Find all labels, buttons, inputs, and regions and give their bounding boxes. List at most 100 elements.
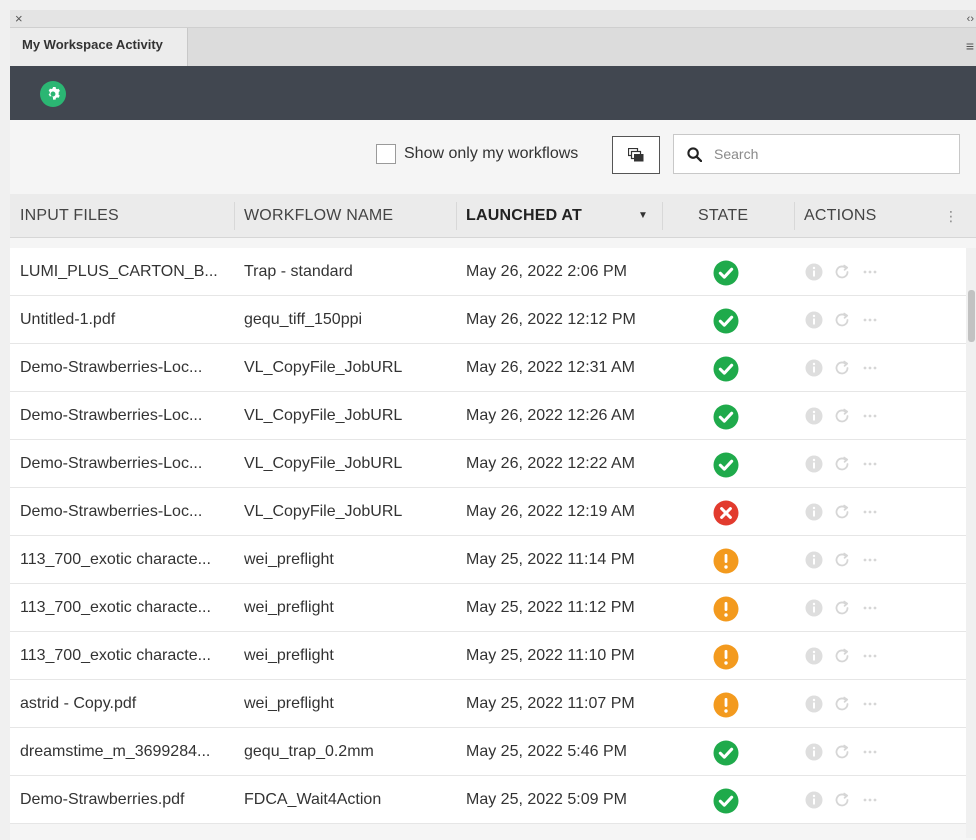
info-icon[interactable]: [804, 646, 824, 666]
launched-at-cell: May 25, 2022 11:14 PM: [466, 551, 635, 568]
sort-descending-icon[interactable]: ▼: [638, 194, 648, 238]
input-file-cell: 113_700_exotic characte...: [20, 647, 211, 664]
state-warning-icon: [713, 548, 739, 574]
state-error-icon: [713, 500, 739, 526]
info-icon[interactable]: [804, 262, 824, 282]
retry-icon[interactable]: [832, 262, 852, 282]
retry-icon[interactable]: [832, 358, 852, 378]
more-icon[interactable]: [860, 454, 880, 474]
retry-icon[interactable]: [832, 550, 852, 570]
scrollbar-thumb[interactable]: [968, 290, 975, 342]
column-menu-icon[interactable]: ⋮: [944, 194, 958, 238]
retry-icon[interactable]: [832, 598, 852, 618]
input-file-cell: Demo-Strawberries.pdf: [20, 791, 185, 808]
settings-button[interactable]: [40, 81, 66, 107]
retry-icon[interactable]: [832, 646, 852, 666]
more-icon[interactable]: [860, 550, 880, 570]
activity-table-body: LUMI_PLUS_CARTON_B... Trap - standard May …: [10, 248, 966, 824]
state-warning-icon: [713, 596, 739, 622]
show-only-my-workflows-checkbox[interactable]: [376, 144, 396, 164]
more-icon[interactable]: [860, 358, 880, 378]
panel-title-strip: × ‹›: [10, 10, 976, 28]
column-divider: [662, 202, 663, 230]
workflow-name-cell: FDCA_Wait4Action: [244, 791, 382, 808]
more-icon[interactable]: [860, 742, 880, 762]
panel-frame: × ‹› My Workspace Activity ≡ Show only m…: [0, 0, 976, 840]
retry-icon[interactable]: [832, 454, 852, 474]
collapse-panel-button[interactable]: ‹›: [967, 11, 974, 27]
row-actions: [804, 344, 914, 392]
tab-strip: My Workspace Activity ≡: [10, 28, 976, 66]
launched-at-cell: May 25, 2022 11:12 PM: [466, 599, 635, 616]
toolbar: [10, 66, 976, 120]
info-icon[interactable]: [804, 406, 824, 426]
panel-menu-icon[interactable]: ≡: [966, 38, 974, 54]
show-only-my-workflows-toggle[interactable]: Show only my workflows: [376, 144, 578, 164]
info-icon[interactable]: [804, 598, 824, 618]
input-file-cell: astrid - Copy.pdf: [20, 695, 137, 712]
launched-at-cell: May 26, 2022 12:22 AM: [466, 455, 635, 472]
search-input[interactable]: [714, 146, 944, 162]
workflow-name-cell: VL_CopyFile_JobURL: [244, 407, 403, 424]
retry-icon[interactable]: [832, 790, 852, 810]
state-success-icon: [713, 308, 739, 334]
table-row[interactable]: LUMI_PLUS_CARTON_B... Trap - standard May …: [10, 248, 966, 296]
close-panel-button[interactable]: ×: [15, 11, 23, 27]
input-file-cell: LUMI_PLUS_CARTON_B...: [20, 263, 218, 280]
input-file-cell: dreamstime_m_3699284...: [20, 743, 211, 760]
table-row[interactable]: 113_700_exotic characte... wei_preflight M…: [10, 632, 966, 680]
table-row[interactable]: Demo-Strawberries-Loc... VL_CopyFile_JobU…: [10, 488, 966, 536]
toggle-view-button[interactable]: [612, 136, 660, 174]
workflow-name-cell: wei_preflight: [244, 551, 334, 568]
table-row[interactable]: Demo-Strawberries-Loc... VL_CopyFile_JobU…: [10, 392, 966, 440]
launched-at-cell: May 25, 2022 11:10 PM: [466, 647, 635, 664]
info-icon[interactable]: [804, 550, 824, 570]
more-icon[interactable]: [860, 502, 880, 522]
more-icon[interactable]: [860, 598, 880, 618]
vertical-scrollbar[interactable]: [966, 248, 976, 838]
launched-at-cell: May 26, 2022 12:12 PM: [466, 311, 636, 328]
table-row[interactable]: dreamstime_m_3699284... gequ_trap_0.2mm Ma…: [10, 728, 966, 776]
info-icon[interactable]: [804, 502, 824, 522]
launched-at-cell: May 25, 2022 11:07 PM: [466, 695, 635, 712]
state-success-icon: [713, 260, 739, 286]
info-icon[interactable]: [804, 310, 824, 330]
more-icon[interactable]: [860, 694, 880, 714]
table-row[interactable]: Demo-Strawberries-Loc... VL_CopyFile_JobU…: [10, 440, 966, 488]
row-actions: [804, 632, 914, 680]
column-header-launched-at[interactable]: LAUNCHED AT: [466, 194, 582, 238]
info-icon[interactable]: [804, 790, 824, 810]
input-file-cell: Demo-Strawberries-Loc...: [20, 503, 203, 520]
more-icon[interactable]: [860, 406, 880, 426]
table-row[interactable]: Untitled-1.pdf gequ_tiff_150ppi May 26, 20…: [10, 296, 966, 344]
table-row[interactable]: 113_700_exotic characte... wei_preflight M…: [10, 584, 966, 632]
retry-icon[interactable]: [832, 310, 852, 330]
column-header-state[interactable]: STATE: [698, 194, 748, 238]
table-row[interactable]: astrid - Copy.pdf wei_preflight May 25, 20…: [10, 680, 966, 728]
retry-icon[interactable]: [832, 406, 852, 426]
more-icon[interactable]: [860, 790, 880, 810]
table-row[interactable]: 113_700_exotic characte... wei_preflight M…: [10, 536, 966, 584]
column-header-actions: ACTIONS: [804, 207, 877, 224]
workflow-name-cell: wei_preflight: [244, 599, 334, 616]
info-icon[interactable]: [804, 454, 824, 474]
info-icon[interactable]: [804, 742, 824, 762]
gear-icon: [48, 87, 60, 100]
search-box: [673, 134, 960, 174]
retry-icon[interactable]: [832, 742, 852, 762]
more-icon[interactable]: [860, 310, 880, 330]
column-header-input-files[interactable]: INPUT FILES: [20, 194, 119, 238]
info-icon[interactable]: [804, 694, 824, 714]
info-icon[interactable]: [804, 358, 824, 378]
more-icon[interactable]: [860, 262, 880, 282]
column-header-workflow-name[interactable]: WORKFLOW NAME: [244, 194, 393, 238]
state-success-icon: [713, 740, 739, 766]
tab-my-workspace-activity[interactable]: My Workspace Activity: [10, 28, 188, 66]
table-row[interactable]: Demo-Strawberries.pdf FDCA_Wait4Action May…: [10, 776, 966, 824]
table-row[interactable]: Demo-Strawberries-Loc... VL_CopyFile_JobU…: [10, 344, 966, 392]
retry-icon[interactable]: [832, 694, 852, 714]
retry-icon[interactable]: [832, 502, 852, 522]
launched-at-cell: May 25, 2022 5:09 PM: [466, 791, 627, 808]
more-icon[interactable]: [860, 646, 880, 666]
stacked-windows-icon: [628, 148, 644, 162]
